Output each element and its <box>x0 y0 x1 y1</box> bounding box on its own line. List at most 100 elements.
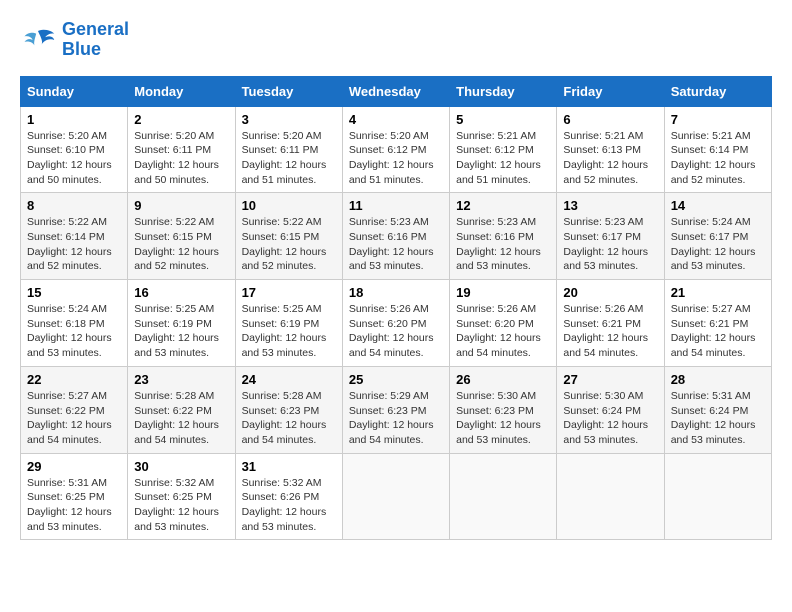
day-detail: Sunrise: 5:24 AM Sunset: 6:18 PM Dayligh… <box>27 302 121 361</box>
calendar-cell: 25 Sunrise: 5:29 AM Sunset: 6:23 PM Dayl… <box>342 366 449 453</box>
calendar-cell: 12 Sunrise: 5:23 AM Sunset: 6:16 PM Dayl… <box>450 193 557 280</box>
calendar-cell: 10 Sunrise: 5:22 AM Sunset: 6:15 PM Dayl… <box>235 193 342 280</box>
calendar-cell <box>557 453 664 540</box>
calendar-cell <box>450 453 557 540</box>
day-detail: Sunrise: 5:31 AM Sunset: 6:25 PM Dayligh… <box>27 476 121 535</box>
page-header: General Blue <box>20 20 772 60</box>
day-number: 1 <box>27 112 121 127</box>
day-detail: Sunrise: 5:20 AM Sunset: 6:10 PM Dayligh… <box>27 129 121 188</box>
day-detail: Sunrise: 5:26 AM Sunset: 6:20 PM Dayligh… <box>456 302 550 361</box>
day-number: 22 <box>27 372 121 387</box>
calendar-cell: 24 Sunrise: 5:28 AM Sunset: 6:23 PM Dayl… <box>235 366 342 453</box>
col-header-thursday: Thursday <box>450 76 557 106</box>
day-number: 7 <box>671 112 765 127</box>
day-detail: Sunrise: 5:20 AM Sunset: 6:11 PM Dayligh… <box>242 129 336 188</box>
day-detail: Sunrise: 5:23 AM Sunset: 6:17 PM Dayligh… <box>563 215 657 274</box>
day-detail: Sunrise: 5:22 AM Sunset: 6:15 PM Dayligh… <box>134 215 228 274</box>
col-header-tuesday: Tuesday <box>235 76 342 106</box>
day-number: 4 <box>349 112 443 127</box>
calendar-cell: 17 Sunrise: 5:25 AM Sunset: 6:19 PM Dayl… <box>235 280 342 367</box>
col-header-saturday: Saturday <box>664 76 771 106</box>
calendar-cell: 30 Sunrise: 5:32 AM Sunset: 6:25 PM Dayl… <box>128 453 235 540</box>
calendar-cell: 2 Sunrise: 5:20 AM Sunset: 6:11 PM Dayli… <box>128 106 235 193</box>
calendar-cell: 22 Sunrise: 5:27 AM Sunset: 6:22 PM Dayl… <box>21 366 128 453</box>
logo: General Blue <box>20 20 129 60</box>
day-number: 10 <box>242 198 336 213</box>
day-detail: Sunrise: 5:24 AM Sunset: 6:17 PM Dayligh… <box>671 215 765 274</box>
calendar-cell: 23 Sunrise: 5:28 AM Sunset: 6:22 PM Dayl… <box>128 366 235 453</box>
calendar-table: SundayMondayTuesdayWednesdayThursdayFrid… <box>20 76 772 541</box>
day-detail: Sunrise: 5:26 AM Sunset: 6:21 PM Dayligh… <box>563 302 657 361</box>
calendar-cell: 11 Sunrise: 5:23 AM Sunset: 6:16 PM Dayl… <box>342 193 449 280</box>
day-number: 17 <box>242 285 336 300</box>
day-number: 2 <box>134 112 228 127</box>
calendar-cell: 29 Sunrise: 5:31 AM Sunset: 6:25 PM Dayl… <box>21 453 128 540</box>
day-detail: Sunrise: 5:22 AM Sunset: 6:15 PM Dayligh… <box>242 215 336 274</box>
day-number: 21 <box>671 285 765 300</box>
day-number: 26 <box>456 372 550 387</box>
calendar-cell: 31 Sunrise: 5:32 AM Sunset: 6:26 PM Dayl… <box>235 453 342 540</box>
day-detail: Sunrise: 5:22 AM Sunset: 6:14 PM Dayligh… <box>27 215 121 274</box>
calendar-cell: 18 Sunrise: 5:26 AM Sunset: 6:20 PM Dayl… <box>342 280 449 367</box>
week-row-1: 1 Sunrise: 5:20 AM Sunset: 6:10 PM Dayli… <box>21 106 772 193</box>
day-detail: Sunrise: 5:27 AM Sunset: 6:21 PM Dayligh… <box>671 302 765 361</box>
col-header-friday: Friday <box>557 76 664 106</box>
calendar-cell: 19 Sunrise: 5:26 AM Sunset: 6:20 PM Dayl… <box>450 280 557 367</box>
day-detail: Sunrise: 5:21 AM Sunset: 6:13 PM Dayligh… <box>563 129 657 188</box>
day-detail: Sunrise: 5:21 AM Sunset: 6:12 PM Dayligh… <box>456 129 550 188</box>
calendar-cell: 4 Sunrise: 5:20 AM Sunset: 6:12 PM Dayli… <box>342 106 449 193</box>
day-number: 16 <box>134 285 228 300</box>
day-number: 20 <box>563 285 657 300</box>
col-header-wednesday: Wednesday <box>342 76 449 106</box>
day-number: 19 <box>456 285 550 300</box>
day-detail: Sunrise: 5:29 AM Sunset: 6:23 PM Dayligh… <box>349 389 443 448</box>
calendar-cell: 21 Sunrise: 5:27 AM Sunset: 6:21 PM Dayl… <box>664 280 771 367</box>
day-number: 3 <box>242 112 336 127</box>
day-detail: Sunrise: 5:28 AM Sunset: 6:22 PM Dayligh… <box>134 389 228 448</box>
week-row-5: 29 Sunrise: 5:31 AM Sunset: 6:25 PM Dayl… <box>21 453 772 540</box>
day-detail: Sunrise: 5:23 AM Sunset: 6:16 PM Dayligh… <box>349 215 443 274</box>
day-detail: Sunrise: 5:32 AM Sunset: 6:26 PM Dayligh… <box>242 476 336 535</box>
day-number: 29 <box>27 459 121 474</box>
day-number: 13 <box>563 198 657 213</box>
day-number: 27 <box>563 372 657 387</box>
day-detail: Sunrise: 5:32 AM Sunset: 6:25 PM Dayligh… <box>134 476 228 535</box>
day-detail: Sunrise: 5:23 AM Sunset: 6:16 PM Dayligh… <box>456 215 550 274</box>
calendar-cell: 9 Sunrise: 5:22 AM Sunset: 6:15 PM Dayli… <box>128 193 235 280</box>
day-detail: Sunrise: 5:30 AM Sunset: 6:24 PM Dayligh… <box>563 389 657 448</box>
calendar-cell: 16 Sunrise: 5:25 AM Sunset: 6:19 PM Dayl… <box>128 280 235 367</box>
calendar-cell: 27 Sunrise: 5:30 AM Sunset: 6:24 PM Dayl… <box>557 366 664 453</box>
day-detail: Sunrise: 5:28 AM Sunset: 6:23 PM Dayligh… <box>242 389 336 448</box>
calendar-cell: 14 Sunrise: 5:24 AM Sunset: 6:17 PM Dayl… <box>664 193 771 280</box>
day-detail: Sunrise: 5:27 AM Sunset: 6:22 PM Dayligh… <box>27 389 121 448</box>
calendar-cell: 3 Sunrise: 5:20 AM Sunset: 6:11 PM Dayli… <box>235 106 342 193</box>
day-number: 28 <box>671 372 765 387</box>
calendar-cell: 7 Sunrise: 5:21 AM Sunset: 6:14 PM Dayli… <box>664 106 771 193</box>
day-detail: Sunrise: 5:30 AM Sunset: 6:23 PM Dayligh… <box>456 389 550 448</box>
day-number: 9 <box>134 198 228 213</box>
calendar-cell: 8 Sunrise: 5:22 AM Sunset: 6:14 PM Dayli… <box>21 193 128 280</box>
logo-text: General Blue <box>62 20 129 60</box>
logo-icon <box>20 26 56 54</box>
calendar-cell: 15 Sunrise: 5:24 AM Sunset: 6:18 PM Dayl… <box>21 280 128 367</box>
calendar-cell: 6 Sunrise: 5:21 AM Sunset: 6:13 PM Dayli… <box>557 106 664 193</box>
day-number: 14 <box>671 198 765 213</box>
day-number: 18 <box>349 285 443 300</box>
week-row-2: 8 Sunrise: 5:22 AM Sunset: 6:14 PM Dayli… <box>21 193 772 280</box>
col-header-sunday: Sunday <box>21 76 128 106</box>
day-number: 15 <box>27 285 121 300</box>
day-number: 24 <box>242 372 336 387</box>
week-row-4: 22 Sunrise: 5:27 AM Sunset: 6:22 PM Dayl… <box>21 366 772 453</box>
day-number: 8 <box>27 198 121 213</box>
day-number: 30 <box>134 459 228 474</box>
day-detail: Sunrise: 5:25 AM Sunset: 6:19 PM Dayligh… <box>134 302 228 361</box>
week-row-3: 15 Sunrise: 5:24 AM Sunset: 6:18 PM Dayl… <box>21 280 772 367</box>
day-detail: Sunrise: 5:20 AM Sunset: 6:11 PM Dayligh… <box>134 129 228 188</box>
calendar-cell <box>664 453 771 540</box>
calendar-cell: 20 Sunrise: 5:26 AM Sunset: 6:21 PM Dayl… <box>557 280 664 367</box>
day-number: 5 <box>456 112 550 127</box>
col-header-monday: Monday <box>128 76 235 106</box>
day-detail: Sunrise: 5:31 AM Sunset: 6:24 PM Dayligh… <box>671 389 765 448</box>
calendar-cell <box>342 453 449 540</box>
calendar-cell: 26 Sunrise: 5:30 AM Sunset: 6:23 PM Dayl… <box>450 366 557 453</box>
